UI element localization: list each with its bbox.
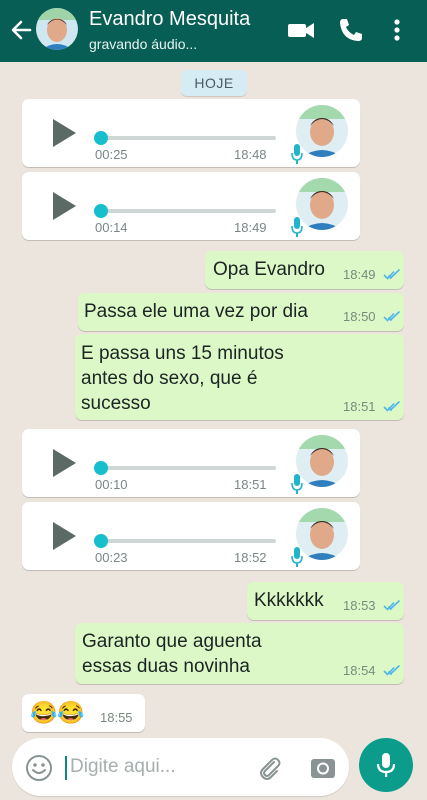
outgoing-message[interactable]: E passa uns 15 minutos antes do sexo, qu… <box>75 334 404 420</box>
read-ticks-icon <box>383 311 401 322</box>
chat-header: Evandro Mesquita gravando áudio... <box>0 0 427 62</box>
message-text: Opa Evandro <box>213 259 325 280</box>
audio-progress-handle[interactable] <box>94 534 108 548</box>
message-time: 18:51 <box>343 399 376 414</box>
text-cursor <box>65 756 67 780</box>
message-time: 18:50 <box>343 309 376 324</box>
message-input-box[interactable]: Digite aqui... <box>12 738 349 796</box>
audio-progress-handle[interactable] <box>94 204 108 218</box>
read-ticks-icon <box>383 401 401 412</box>
audio-progress-handle[interactable] <box>94 131 108 145</box>
outgoing-message[interactable]: Garanto que aguenta essas duas novinha 1… <box>75 623 404 684</box>
message-time: 18:51 <box>234 477 267 492</box>
incoming-message[interactable]: 😂😂 18:55 <box>22 694 145 732</box>
back-arrow-icon[interactable] <box>8 16 34 44</box>
read-ticks-icon <box>383 665 401 676</box>
audio-duration: 00:25 <box>95 147 128 162</box>
message-text-line-2: essas duas novinha <box>82 656 250 677</box>
phone-icon[interactable] <box>336 16 366 44</box>
audio-progress-track[interactable] <box>96 539 276 543</box>
message-text-line-1: Garanto que aguenta <box>82 631 262 652</box>
audio-progress-track[interactable] <box>96 209 276 213</box>
audio-message[interactable]: 00:14 18:49 <box>22 172 360 240</box>
play-icon[interactable] <box>50 447 78 479</box>
contact-avatar[interactable] <box>36 8 78 50</box>
outgoing-message[interactable]: Kkkkkkk 18:53 <box>247 582 404 620</box>
message-text-line-1: E passa uns 15 minutos <box>81 343 284 364</box>
read-ticks-icon <box>383 269 401 280</box>
message-text: Kkkkkkk <box>254 590 324 611</box>
attach-paperclip-icon[interactable] <box>255 754 283 782</box>
date-separator: HOJE <box>181 70 247 96</box>
contact-status: gravando áudio... <box>89 36 198 52</box>
camera-icon[interactable] <box>309 754 337 782</box>
audio-duration: 00:10 <box>95 477 128 492</box>
microphone-icon <box>291 217 303 237</box>
audio-progress-track[interactable] <box>96 466 276 470</box>
message-time: 18:53 <box>343 598 376 613</box>
microphone-icon <box>291 547 303 567</box>
more-options-icon[interactable] <box>386 16 416 44</box>
play-icon[interactable] <box>50 117 78 149</box>
emoji-icon[interactable] <box>24 753 54 783</box>
microphone-icon <box>291 144 303 164</box>
message-time: 18:55 <box>100 710 133 725</box>
message-time: 18:48 <box>234 147 267 162</box>
emoji-text: 😂😂 <box>30 700 85 725</box>
play-icon[interactable] <box>50 190 78 222</box>
chat-area[interactable]: HOJE 00:25 18:48 00:14 18:49 Opa Evandro… <box>0 62 427 736</box>
message-text: Passa ele uma vez por dia <box>84 301 308 322</box>
audio-duration: 00:14 <box>95 220 128 235</box>
message-text-line-3: sucesso <box>81 393 151 414</box>
message-composer: Digite aqui... <box>0 736 427 800</box>
message-text-line-2: antes do sexo, que é <box>81 368 258 389</box>
read-ticks-icon <box>383 600 401 611</box>
audio-message[interactable]: 00:23 18:52 <box>22 502 360 570</box>
audio-duration: 00:23 <box>95 550 128 565</box>
audio-message[interactable]: 00:10 18:51 <box>22 429 360 497</box>
voice-record-button[interactable] <box>359 738 413 792</box>
play-icon[interactable] <box>50 520 78 552</box>
outgoing-message[interactable]: Passa ele uma vez por dia 18:50 <box>78 293 404 331</box>
message-time: 18:49 <box>343 267 376 282</box>
microphone-icon <box>376 753 396 777</box>
message-time: 18:49 <box>234 220 267 235</box>
microphone-icon <box>291 474 303 494</box>
message-time: 18:54 <box>343 663 376 678</box>
video-call-icon[interactable] <box>286 16 316 44</box>
audio-progress-handle[interactable] <box>94 461 108 475</box>
audio-message[interactable]: 00:25 18:48 <box>22 99 360 167</box>
message-input[interactable]: Digite aqui... <box>70 756 176 778</box>
audio-progress-track[interactable] <box>96 136 276 140</box>
message-time: 18:52 <box>234 550 267 565</box>
outgoing-message[interactable]: Opa Evandro 18:49 <box>205 251 404 289</box>
contact-name[interactable]: Evandro Mesquita <box>89 8 250 31</box>
